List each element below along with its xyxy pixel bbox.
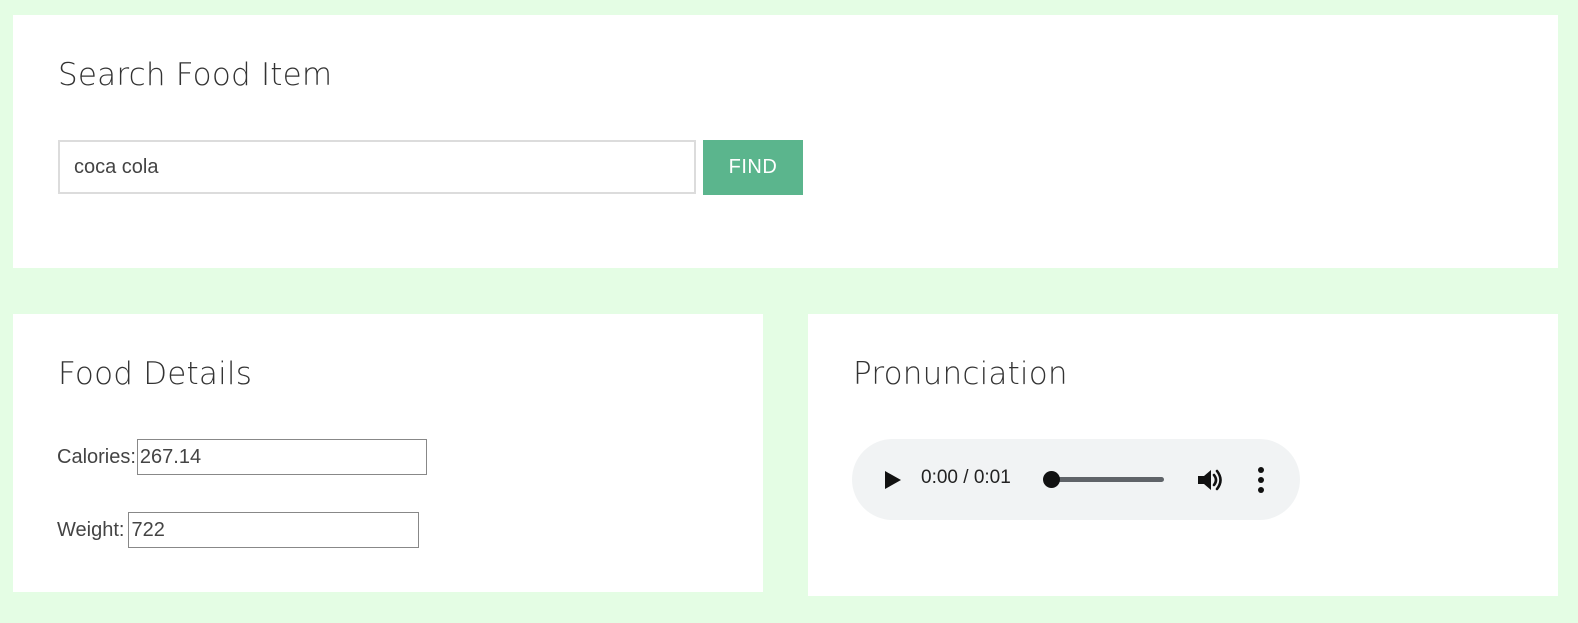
search-title: Search Food Item <box>58 57 333 93</box>
weight-field[interactable] <box>128 512 420 548</box>
volume-icon[interactable] <box>1195 465 1225 495</box>
pronunciation-title: Pronunciation <box>853 356 1068 392</box>
seek-handle[interactable] <box>1043 471 1060 488</box>
calories-label: Calories: <box>57 445 136 468</box>
seek-bar[interactable] <box>1044 477 1164 482</box>
search-panel: Search Food Item FIND <box>13 15 1558 268</box>
weight-row: Weight: <box>57 512 420 548</box>
weight-label: Weight: <box>57 518 125 541</box>
audio-player: 0:00 / 0:01 <box>852 439 1300 520</box>
calories-row: Calories: <box>57 439 427 475</box>
calories-field[interactable] <box>136 439 427 475</box>
food-details-panel: Food Details Calories: Weight: <box>13 314 763 592</box>
find-button[interactable]: FIND <box>703 140 803 195</box>
play-icon[interactable] <box>880 467 904 493</box>
more-options-icon[interactable] <box>1252 466 1270 494</box>
pronunciation-panel: Pronunciation 0:00 / 0:01 <box>808 314 1558 596</box>
food-details-title: Food Details <box>58 356 253 392</box>
time-display: 0:00 / 0:01 <box>921 467 1011 488</box>
search-input[interactable] <box>58 140 696 194</box>
